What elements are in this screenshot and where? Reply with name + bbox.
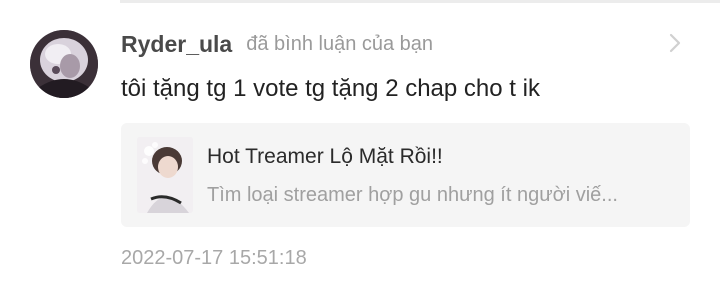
story-title: Hot Treamer Lộ Mặt Rồi!!: [207, 145, 443, 168]
comment-text: tôi tặng tg 1 vote tg tặng 2 chap cho t …: [121, 75, 540, 102]
story-card[interactable]: Hot Treamer Lộ Mặt Rồi!! Tìm loại stream…: [121, 123, 690, 227]
divider: [120, 0, 720, 3]
timestamp: 2022-07-17 15:51:18: [121, 247, 307, 269]
action-text: đã bình luận của bạn: [246, 32, 434, 55]
avatar[interactable]: [30, 30, 98, 98]
story-description: Tìm loại streamer hợp gu nhưng ít người …: [207, 184, 618, 206]
username[interactable]: Ryder_ula: [121, 31, 232, 58]
comment-header: Ryder_ula đã bình luận của bạn: [121, 28, 433, 60]
story-cover: [137, 137, 193, 213]
avatar-image: [30, 30, 98, 98]
comment-notification[interactable]: Ryder_ula đã bình luận của bạn tôi tặng …: [0, 0, 720, 303]
chevron-right-icon[interactable]: [664, 30, 686, 56]
